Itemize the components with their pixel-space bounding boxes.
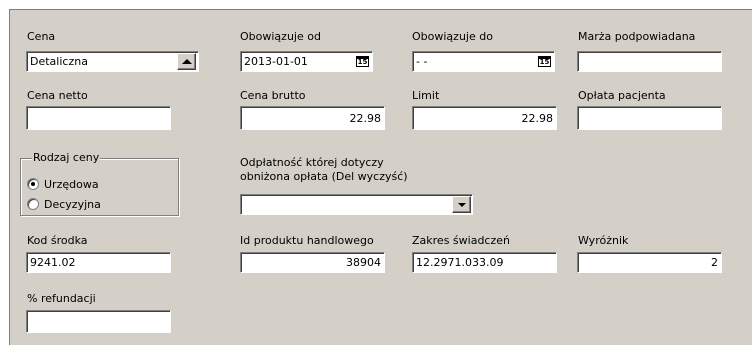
cena-select[interactable]: Detaliczna bbox=[26, 51, 199, 72]
obowiazuje-do-date-field[interactable]: - - bbox=[412, 51, 555, 72]
label-obowiazuje-do: Obowiązuje do bbox=[412, 30, 493, 43]
label-id-produktu: Id produktu handlowego bbox=[240, 234, 374, 247]
radio-decyzyjna-label[interactable]: Decyzyjna bbox=[44, 198, 101, 211]
chevron-down-icon bbox=[457, 202, 466, 207]
label-cena: Cena bbox=[27, 30, 56, 43]
label-limit: Limit bbox=[412, 89, 440, 102]
radio-urzedowa-label[interactable]: Urzędowa bbox=[44, 178, 99, 191]
odplatnosc-select[interactable] bbox=[240, 194, 473, 215]
obowiazuje-od-date-field[interactable]: 2013-01-01 bbox=[240, 51, 373, 72]
label-cena-netto: Cena netto bbox=[27, 89, 88, 102]
odplatnosc-dropdown-button[interactable] bbox=[452, 196, 471, 213]
calendar-icon[interactable]: 15 bbox=[356, 56, 369, 67]
kod-srodka-input[interactable]: 9241.02 bbox=[26, 252, 171, 273]
label-cena-brutto: Cena brutto bbox=[240, 89, 306, 102]
radio-decyzyjna[interactable] bbox=[27, 198, 39, 210]
oplata-pacjenta-input[interactable] bbox=[577, 106, 722, 130]
cena-netto-input[interactable] bbox=[26, 106, 171, 130]
calendar-icon[interactable]: 15 bbox=[538, 56, 551, 67]
label-obowiazuje-od: Obowiązuje od bbox=[240, 30, 321, 43]
label-wyroznik: Wyróżnik bbox=[578, 234, 629, 247]
limit-input[interactable]: 22.98 bbox=[412, 106, 557, 130]
label-oplata-pacjenta: Opłata pacjenta bbox=[578, 89, 666, 102]
cena-dropdown-button[interactable] bbox=[177, 53, 196, 70]
label-odplatnosc-line2: obniżona opłata (Del wyczyść) bbox=[240, 170, 408, 183]
label-kod-srodka: Kod środka bbox=[27, 234, 88, 247]
label-rodzaj-ceny: Rodzaj ceny bbox=[32, 151, 101, 164]
id-produktu-input[interactable]: 38904 bbox=[240, 252, 385, 273]
triangle-up-icon bbox=[181, 59, 192, 64]
radio-urzedowa[interactable] bbox=[27, 178, 39, 190]
label-marza: Marża podpowiadana bbox=[578, 30, 696, 43]
label-refundacja: % refundacji bbox=[27, 292, 96, 305]
wyroznik-input[interactable]: 2 bbox=[577, 252, 722, 273]
label-odplatnosc-line1: Odpłatność której dotyczy bbox=[240, 156, 384, 169]
refundacja-input[interactable] bbox=[26, 310, 171, 333]
zakres-swiadczen-input[interactable]: 12.2971.033.09 bbox=[412, 252, 557, 273]
marza-input[interactable] bbox=[577, 51, 722, 72]
label-zakres-swiadczen: Zakres świadczeń bbox=[412, 234, 510, 247]
cena-brutto-input[interactable]: 22.98 bbox=[240, 106, 385, 130]
